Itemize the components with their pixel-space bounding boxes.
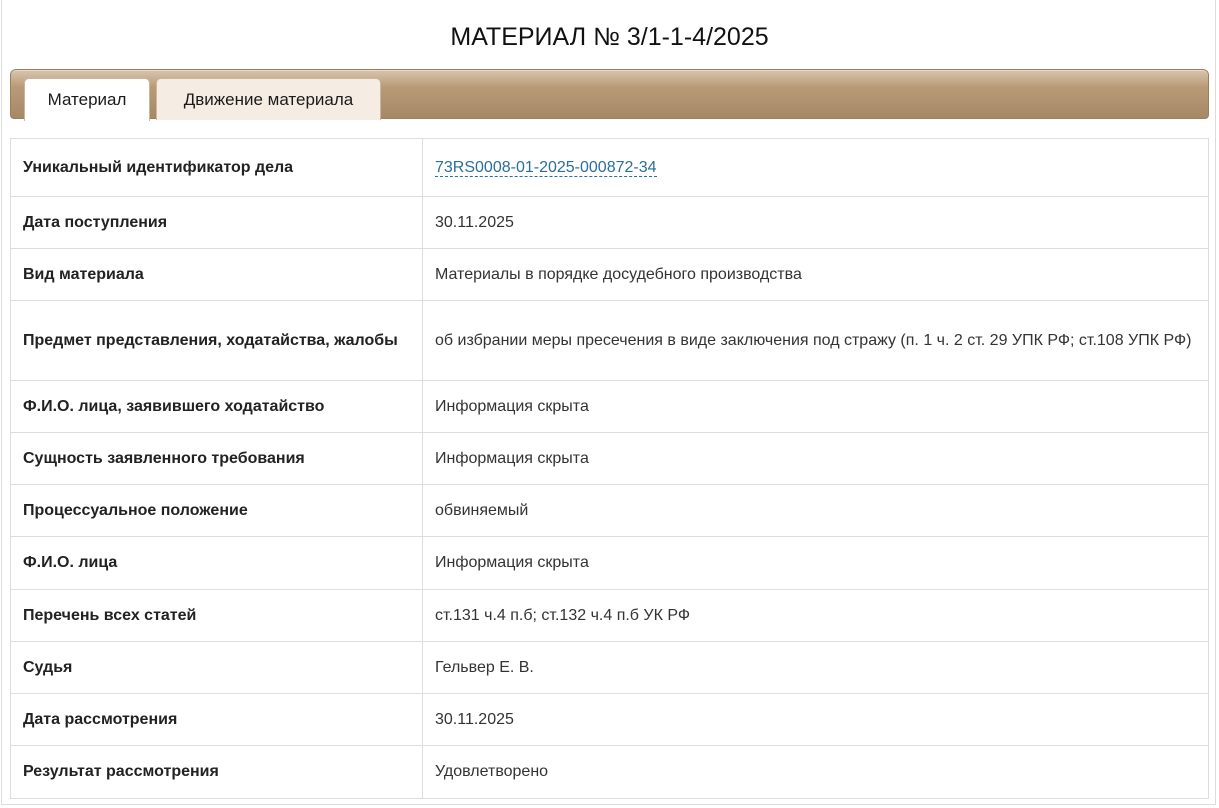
row-label: Уникальный идентификатор дела — [10, 138, 423, 197]
table-row: Процессуальное положение обвиняемый — [10, 484, 1209, 537]
row-value: обвиняемый — [422, 484, 1209, 537]
tab-material[interactable]: Материал — [24, 78, 150, 121]
row-label: Сущность заявленного требования — [10, 432, 423, 485]
page-title: МАТЕРИАЛ № 3/1-1-4/2025 — [450, 23, 769, 51]
table-row: Дата поступления 30.11.2025 — [10, 196, 1209, 249]
row-value: Информация скрыта — [422, 432, 1209, 485]
row-label: Перечень всех статей — [10, 589, 423, 642]
row-label: Судья — [10, 641, 423, 694]
table-row: Уникальный идентификатор дела 73RS0008-0… — [10, 138, 1209, 197]
table-row: Сущность заявленного требования Информац… — [10, 432, 1209, 485]
row-value: ст.131 ч.4 п.б; ст.132 ч.4 п.б УК РФ — [422, 589, 1209, 642]
table-row: Результат рассмотрения Удовлетворено — [10, 745, 1209, 799]
table-row: Судья Гельвер Е. В. — [10, 641, 1209, 694]
tab-bar: Материал Движение материала — [10, 69, 1209, 121]
row-label: Дата поступления — [10, 196, 423, 249]
row-label: Результат рассмотрения — [10, 745, 423, 799]
row-value: Информация скрыта — [422, 536, 1209, 590]
row-value: Информация скрыта — [422, 380, 1209, 433]
table-row: Дата рассмотрения 30.11.2025 — [10, 693, 1209, 746]
row-label: Ф.И.О. лица — [10, 536, 423, 590]
table-row: Ф.И.О. лица Информация скрыта — [10, 536, 1209, 590]
row-value: об избрании меры пресечения в виде заклю… — [422, 300, 1209, 381]
row-label: Предмет представления, ходатайства, жало… — [10, 300, 423, 381]
row-value: 30.11.2025 — [422, 693, 1209, 746]
table-row: Предмет представления, ходатайства, жало… — [10, 300, 1209, 381]
table-row: Вид материала Материалы в порядке досуде… — [10, 248, 1209, 301]
row-label: Дата рассмотрения — [10, 693, 423, 746]
tab-material-movement[interactable]: Движение материала — [156, 78, 381, 120]
case-id-link[interactable]: 73RS0008-01-2025-000872-34 — [435, 158, 657, 177]
row-label: Процессуальное положение — [10, 484, 423, 537]
row-value: Удовлетворено — [422, 745, 1209, 799]
row-label: Ф.И.О. лица, заявившего ходатайство — [10, 380, 423, 433]
row-value: Гельвер Е. В. — [422, 641, 1209, 694]
row-value: Материалы в порядке досудебного производ… — [422, 248, 1209, 301]
table-row: Ф.И.О. лица, заявившего ходатайство Инфо… — [10, 380, 1209, 433]
row-value: 73RS0008-01-2025-000872-34 — [422, 138, 1209, 197]
row-value: 30.11.2025 — [422, 196, 1209, 249]
material-info-table: Уникальный идентификатор дела 73RS0008-0… — [10, 138, 1209, 799]
row-label: Вид материала — [10, 248, 423, 301]
table-row: Перечень всех статей ст.131 ч.4 п.б; ст.… — [10, 589, 1209, 642]
